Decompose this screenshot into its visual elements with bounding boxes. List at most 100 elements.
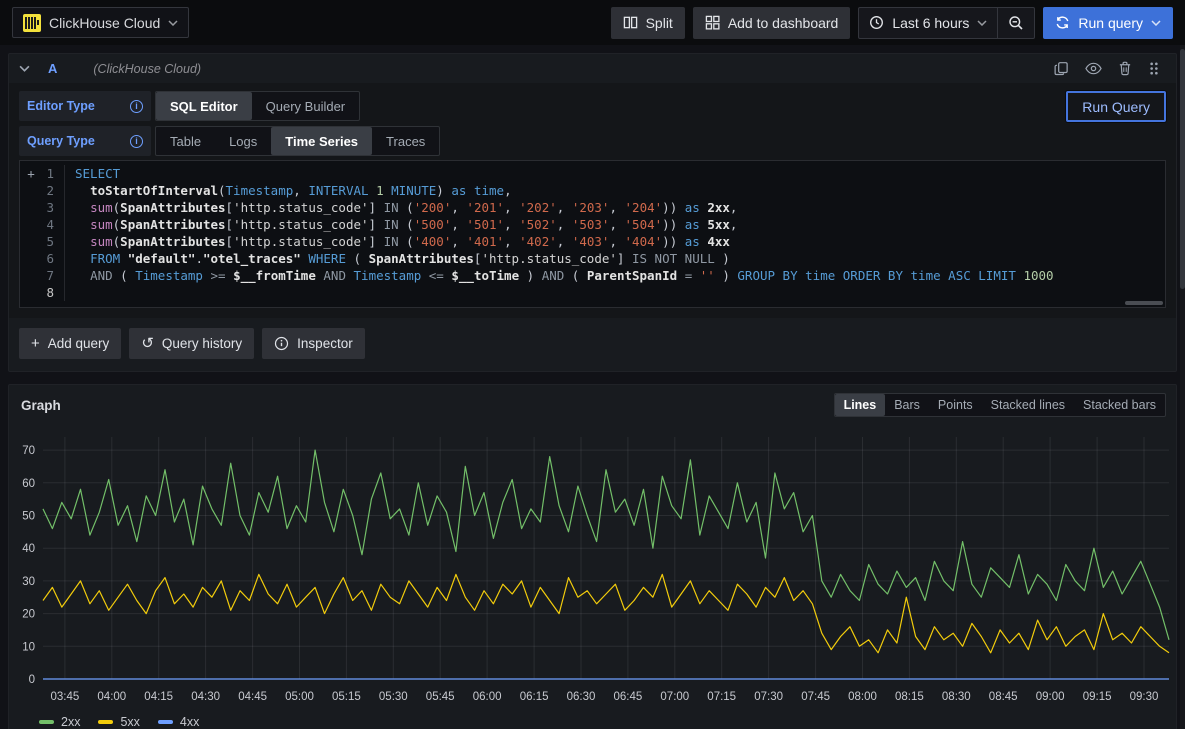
sql-line-4[interactable]: 4 sum(SpanAttributes['http.status_code']… [20, 216, 1165, 233]
legend-item-4xx[interactable]: 4xx [158, 715, 199, 729]
query-type-option-time-series[interactable]: Time Series [271, 127, 372, 155]
run-query-editor-button[interactable]: Run Query [1066, 91, 1166, 122]
history-icon: ↺ [141, 336, 154, 351]
glyph-margin [20, 250, 42, 267]
info-icon[interactable]: i [130, 135, 143, 148]
svg-text:04:30: 04:30 [191, 691, 220, 703]
chevron-down-icon [1151, 20, 1161, 26]
time-controls: Last 6 hours [858, 7, 1035, 39]
svg-text:08:30: 08:30 [942, 691, 971, 703]
split-button[interactable]: Split [611, 7, 685, 39]
editor-type-group: SQL EditorQuery Builder [155, 91, 360, 121]
glyph-margin [20, 216, 42, 233]
svg-text:05:45: 05:45 [426, 691, 455, 703]
svg-text:70: 70 [22, 445, 35, 457]
query-type-label: Query Type i [19, 126, 151, 156]
editor-type-option-sql-editor[interactable]: SQL Editor [156, 92, 252, 120]
query-history-button[interactable]: ↺ Query history [129, 328, 254, 359]
datasource-picker[interactable]: ClickHouse Cloud [12, 7, 189, 38]
sql-line-8[interactable]: 8 [20, 284, 1165, 301]
code-text: sum(SpanAttributes['http.status_code'] I… [64, 199, 737, 216]
graph-style-option-bars[interactable]: Bars [885, 394, 929, 416]
legend-label: 2xx [61, 715, 80, 729]
editor-type-option-query-builder[interactable]: Query Builder [252, 92, 359, 120]
graph-style-option-points[interactable]: Points [929, 394, 982, 416]
glyph-margin [20, 233, 42, 250]
sql-line-6[interactable]: 6 FROM "default"."otel_traces" WHERE ( S… [20, 250, 1165, 267]
series-2xx [43, 450, 1169, 640]
clickhouse-logo-icon [23, 14, 41, 32]
legend-swatch-4xx [158, 720, 173, 724]
sql-line-2[interactable]: 2 toStartOfInterval(Timestamp, INTERVAL … [20, 182, 1165, 199]
query-row-header[interactable]: A (ClickHouse Cloud) [9, 54, 1176, 83]
svg-text:05:00: 05:00 [285, 691, 314, 703]
duplicate-query-icon[interactable] [1054, 61, 1069, 76]
line-number: 8 [42, 284, 64, 301]
svg-text:07:45: 07:45 [801, 691, 830, 703]
graph-panel: Graph LinesBarsPointsStacked linesStacke… [8, 384, 1177, 729]
line-number: 2 [42, 182, 64, 199]
inspector-info-icon [274, 336, 289, 351]
svg-text:04:15: 04:15 [144, 691, 173, 703]
add-to-dashboard-button[interactable]: Add to dashboard [693, 7, 851, 39]
hide-response-eye-icon[interactable] [1085, 62, 1102, 75]
code-text: toStartOfInterval(Timestamp, INTERVAL 1 … [64, 182, 512, 199]
svg-text:06:15: 06:15 [520, 691, 549, 703]
editor-scrollbar[interactable] [1125, 301, 1163, 305]
query-type-option-logs[interactable]: Logs [215, 127, 271, 155]
graph-style-group: LinesBarsPointsStacked linesStacked bars [834, 393, 1166, 417]
page-scrollbar[interactable] [1180, 45, 1185, 729]
legend-label: 5xx [120, 715, 139, 729]
glyph-margin [20, 284, 42, 301]
svg-text:20: 20 [22, 609, 35, 621]
zoom-out-button[interactable] [997, 8, 1034, 38]
time-range-picker[interactable]: Last 6 hours [859, 8, 997, 38]
line-number: 3 [42, 199, 64, 216]
line-number: 1 [42, 165, 64, 182]
run-query-button[interactable]: Run query [1043, 7, 1173, 39]
legend-item-5xx[interactable]: 5xx [98, 715, 139, 729]
svg-text:04:45: 04:45 [238, 691, 267, 703]
graph-style-option-stacked-lines[interactable]: Stacked lines [982, 394, 1074, 416]
glyph-margin [20, 267, 42, 284]
inspector-button[interactable]: Inspector [262, 328, 365, 359]
topbar: ClickHouse Cloud Split Add to dashboard … [0, 0, 1185, 45]
code-text: SELECT [64, 165, 120, 182]
svg-text:30: 30 [22, 576, 35, 588]
sql-line-5[interactable]: 5 sum(SpanAttributes['http.status_code']… [20, 233, 1165, 250]
time-series-chart[interactable]: 01020304050607003:4504:0004:1504:3004:45… [9, 423, 1176, 715]
info-icon[interactable]: i [130, 100, 143, 113]
chevron-down-icon [168, 20, 178, 26]
legend-swatch-2xx [39, 720, 54, 724]
legend-label: 4xx [180, 715, 199, 729]
svg-text:09:15: 09:15 [1083, 691, 1112, 703]
svg-text:08:00: 08:00 [848, 691, 877, 703]
chart-legend: 2xx 5xx 4xx [9, 715, 1176, 729]
add-line-icon[interactable]: + [20, 165, 42, 182]
line-number: 6 [42, 250, 64, 267]
code-text: sum(SpanAttributes['http.status_code'] I… [64, 216, 737, 233]
drag-handle-icon[interactable] [1148, 61, 1160, 76]
legend-swatch-5xx [98, 720, 113, 724]
svg-text:05:30: 05:30 [379, 691, 408, 703]
svg-text:08:15: 08:15 [895, 691, 924, 703]
collapse-chevron-icon[interactable] [19, 65, 30, 72]
query-type-option-table[interactable]: Table [156, 127, 215, 155]
line-number: 7 [42, 267, 64, 284]
legend-item-2xx[interactable]: 2xx [39, 715, 80, 729]
graph-style-option-lines[interactable]: Lines [835, 394, 886, 416]
remove-query-trash-icon[interactable] [1118, 61, 1132, 76]
sql-line-7[interactable]: 7 AND ( Timestamp >= $__fromTime AND Tim… [20, 267, 1165, 284]
add-query-button[interactable]: + Add query [19, 328, 121, 359]
refresh-icon [1055, 15, 1070, 30]
sql-code-editor[interactable]: +1SELECT2 toStartOfInterval(Timestamp, I… [19, 160, 1166, 308]
query-editor-panel: A (ClickHouse Cloud) Editor Type i SQL E… [8, 53, 1177, 372]
svg-text:09:00: 09:00 [1036, 691, 1065, 703]
sql-line-3[interactable]: 3 sum(SpanAttributes['http.status_code']… [20, 199, 1165, 216]
query-type-option-traces[interactable]: Traces [372, 127, 439, 155]
code-text: FROM "default"."otel_traces" WHERE ( Spa… [64, 250, 730, 267]
svg-text:07:15: 07:15 [707, 691, 736, 703]
graph-style-option-stacked-bars[interactable]: Stacked bars [1074, 394, 1165, 416]
graph-panel-title: Graph [21, 398, 61, 413]
sql-line-1[interactable]: +1SELECT [20, 165, 1165, 182]
